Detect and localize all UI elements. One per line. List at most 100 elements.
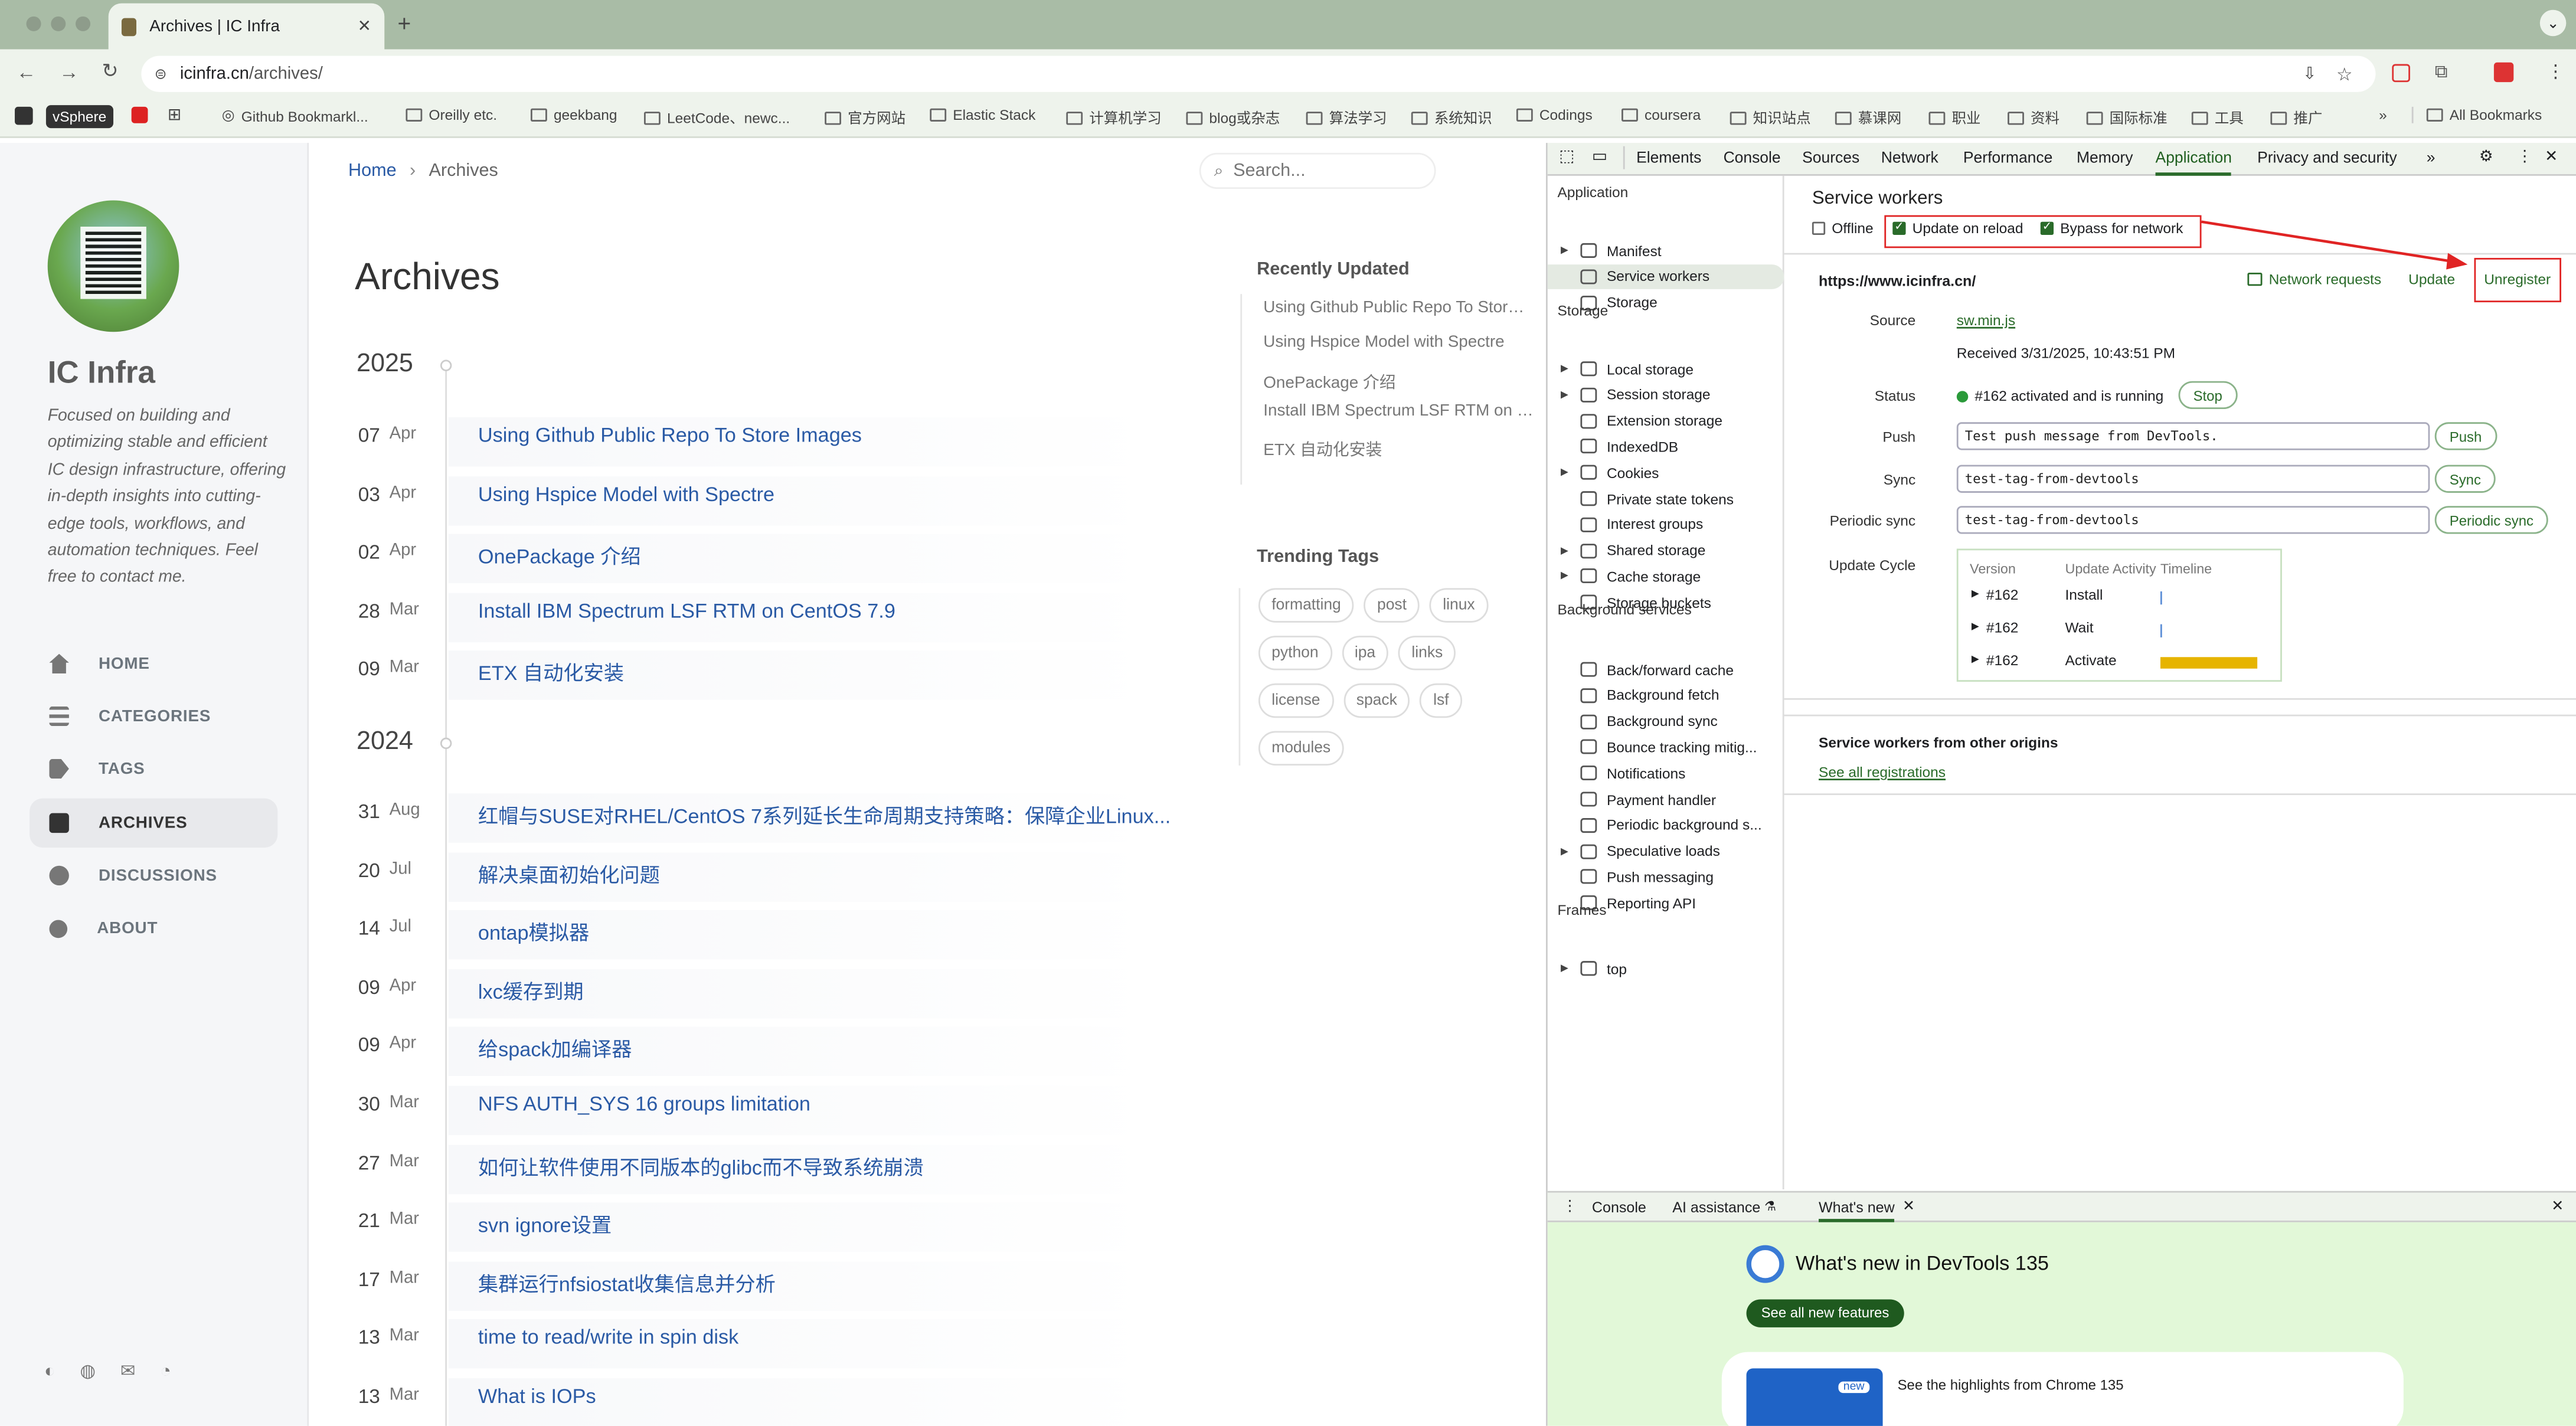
zoom-window-button[interactable] xyxy=(76,16,91,31)
post-title-link[interactable]: 红帽与SUSE对RHEL/CentOS 7系列延长生命周期支持策略：保障企业Li… xyxy=(478,800,1171,829)
bookmark-icon-item[interactable] xyxy=(15,106,33,125)
periodic-sync-button[interactable]: Periodic sync xyxy=(2434,506,2549,534)
email-icon[interactable]: ✉ xyxy=(120,1360,136,1381)
bookmark-folder[interactable]: coursera xyxy=(1622,107,1701,123)
tab-performance[interactable]: Performance xyxy=(1963,149,2052,168)
tree-item[interactable]: ▶ Shared storage xyxy=(1548,538,1784,563)
expand-arrow-icon[interactable]: ▶ xyxy=(1972,588,1979,600)
back-icon[interactable]: ← xyxy=(17,61,36,84)
all-bookmarks[interactable]: All Bookmarks xyxy=(2411,106,2542,123)
close-tab-icon[interactable]: ✕ xyxy=(1902,1198,1915,1216)
expand-arrow-icon[interactable]: ▶ xyxy=(1561,467,1575,479)
inspect-element-icon[interactable]: ⬚ xyxy=(1559,148,1574,166)
install-app-icon[interactable]: ⇩ xyxy=(2303,65,2316,83)
bookmark-folder[interactable]: geekbang xyxy=(530,107,617,123)
tab-application[interactable]: Application xyxy=(2155,149,2232,176)
tab-search-icon[interactable]: ⌄ xyxy=(2539,9,2567,37)
close-tab-icon[interactable]: ✕ xyxy=(358,17,371,35)
tag[interactable]: linux xyxy=(1429,588,1488,623)
close-devtools-icon[interactable]: ✕ xyxy=(2545,148,2558,166)
bookmark-folder[interactable]: 计算机学习 xyxy=(1066,107,1162,128)
settings-gear-icon[interactable]: ⚙ xyxy=(2479,148,2493,166)
tab-memory[interactable]: Memory xyxy=(2077,149,2133,168)
extension-icon[interactable] xyxy=(2392,64,2410,83)
drawer-menu-icon[interactable]: ⋮ xyxy=(1562,1198,1577,1216)
tree-item[interactable]: Extension storage xyxy=(1548,408,1784,433)
rss-icon[interactable]: ◔ xyxy=(160,1361,171,1381)
highlight-card[interactable]: new See the highlights from Chrome 135 xyxy=(1721,1352,2404,1426)
expand-arrow-icon[interactable]: ▶ xyxy=(1972,621,1979,633)
tree-item[interactable]: ▶ Cookies xyxy=(1548,460,1784,485)
tag[interactable]: modules xyxy=(1258,731,1344,766)
drawer-tab-console[interactable]: Console xyxy=(1592,1199,1646,1216)
tab-elements[interactable]: Elements xyxy=(1636,149,1701,168)
bookmark-folder[interactable]: LeetCode、newc... xyxy=(644,107,790,128)
post-title-link[interactable]: 如何让软件使用不同版本的glibc而不导致系统崩溃 xyxy=(478,1151,924,1180)
periodic-sync-input[interactable]: test-tag-from-devtools xyxy=(1956,506,2430,534)
tree-item[interactable]: ▶ top xyxy=(1548,956,1784,981)
tree-item[interactable]: Private state tokens xyxy=(1548,486,1784,511)
tree-item[interactable]: Back/forward cache xyxy=(1548,657,1784,682)
tree-item[interactable]: Notifications xyxy=(1548,761,1784,786)
bookmark-folder[interactable]: 慕课网 xyxy=(1835,107,1901,128)
post-title-link[interactable]: ontap模拟器 xyxy=(478,917,589,947)
close-drawer-icon[interactable]: ✕ xyxy=(2551,1198,2564,1216)
nav-archives[interactable]: ARCHIVES xyxy=(30,798,278,848)
post-title-link[interactable]: What is IOPs xyxy=(478,1385,596,1408)
tree-item[interactable]: IndexedDB xyxy=(1548,434,1784,459)
bookmark-folder[interactable]: 资料 xyxy=(2008,107,2060,128)
kebab-menu-icon[interactable]: ⋮ xyxy=(2517,148,2532,166)
bookmark-folder[interactable]: 算法学习 xyxy=(1306,107,1387,128)
tree-item[interactable]: ▶ Manifest xyxy=(1548,238,1784,263)
stop-button[interactable]: Stop xyxy=(2178,381,2237,410)
tag[interactable]: formatting xyxy=(1258,588,1355,623)
close-window-button[interactable] xyxy=(26,16,41,31)
bookmark-folder[interactable]: blog或杂志 xyxy=(1186,107,1280,128)
tree-item[interactable]: Service workers xyxy=(1547,264,1784,289)
recent-item[interactable]: Using Hspice Model with Spectre xyxy=(1263,333,1504,352)
bookmark-github[interactable]: ◎ Github Bookmarkl... xyxy=(222,107,368,125)
tab-sources[interactable]: Sources xyxy=(1802,149,1859,168)
expand-arrow-icon[interactable]: ▶ xyxy=(1561,963,1575,974)
bookmark-vsphere[interactable]: vSphere xyxy=(45,105,113,129)
bookmark-folder[interactable]: Oreilly etc. xyxy=(406,107,497,123)
expand-arrow-icon[interactable]: ▶ xyxy=(1972,654,1979,665)
bypass-network-checkbox[interactable]: ✓ Bypass for network xyxy=(2040,220,2183,237)
expand-arrow-icon[interactable]: ▶ xyxy=(1561,845,1575,857)
bookmark-folder[interactable]: Elastic Stack xyxy=(930,107,1035,123)
new-tab-button[interactable]: + xyxy=(398,10,411,37)
site-info-icon[interactable]: ⊜ xyxy=(155,65,167,83)
bookmark-folder[interactable]: 推广 xyxy=(2270,107,2322,128)
device-toolbar-icon[interactable]: ▭ xyxy=(1592,148,1607,166)
expand-arrow-icon[interactable]: ▶ xyxy=(1561,571,1575,583)
tag[interactable]: spack xyxy=(1343,683,1411,718)
drawer-tab-ai-assistance[interactable]: AI assistance xyxy=(1672,1199,1760,1216)
post-title-link[interactable]: Install IBM Spectrum LSF RTM on CentOS 7… xyxy=(478,599,895,622)
tree-item[interactable]: Bounce tracking mitig... xyxy=(1548,735,1784,760)
expand-arrow-icon[interactable]: ▶ xyxy=(1561,363,1575,375)
tree-item[interactable]: ▶ Local storage xyxy=(1548,356,1784,381)
breadcrumb-home[interactable]: Home xyxy=(348,161,397,181)
tag[interactable]: ipa xyxy=(1341,636,1389,671)
sync-input[interactable]: test-tag-from-devtools xyxy=(1956,465,2430,493)
bookmark-folder[interactable]: 国际标准 xyxy=(2086,107,2168,128)
browser-tab[interactable]: Archives | IC Infra ✕ xyxy=(108,3,385,50)
bookmark-folder[interactable]: Codings xyxy=(1516,107,1593,123)
minimize-window-button[interactable] xyxy=(51,16,66,31)
reload-icon[interactable]: ↻ xyxy=(102,59,119,82)
post-title-link[interactable]: OnePackage 介绍 xyxy=(478,541,641,570)
tree-item[interactable]: Interest groups xyxy=(1548,512,1784,537)
post-title-link[interactable]: ETX 自动化安装 xyxy=(478,658,624,687)
offline-checkbox[interactable]: Offline xyxy=(1812,220,1874,237)
post-title-link[interactable]: 集群运行nfsiostat收集信息并分析 xyxy=(478,1268,776,1297)
nav-discussions[interactable]: DISCUSSIONS xyxy=(30,851,277,900)
recent-item[interactable]: OnePackage 介绍 xyxy=(1263,368,1395,393)
avatar[interactable] xyxy=(47,200,179,332)
post-title-link[interactable]: lxc缓存到期 xyxy=(478,976,584,1005)
bookmark-folder[interactable]: 系统知识 xyxy=(1411,107,1492,128)
bookmark-star-icon[interactable]: ☆ xyxy=(2336,63,2352,84)
tree-item[interactable]: ▶ Cache storage xyxy=(1548,564,1784,589)
unregister-link[interactable]: Unregister xyxy=(2484,271,2551,287)
see-all-registrations-link[interactable]: See all registrations xyxy=(1819,764,1946,780)
push-input[interactable]: Test push message from DevTools. xyxy=(1956,422,2430,450)
